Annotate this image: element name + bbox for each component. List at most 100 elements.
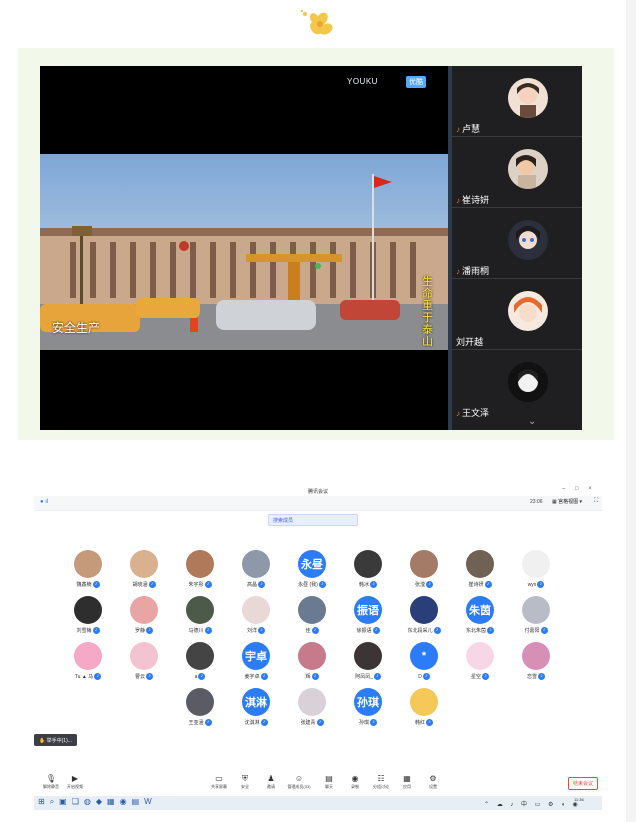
participant-card[interactable]: 崔诗妍 ♪ (450, 550, 510, 596)
mic-status-icon: ♪ (426, 581, 433, 589)
participant-name-text: 曹云 (134, 674, 145, 680)
toolbar-label: 管理成员(33) (287, 784, 311, 789)
avatar (354, 642, 382, 670)
participant-tile[interactable]: 刘开越 (452, 279, 582, 350)
participant-card[interactable]: 永昼 永昼 (我) ♪ (282, 550, 342, 596)
mic-muted-icon: ♪ (456, 409, 460, 418)
participant-name-text: 付嘉阳 (524, 628, 540, 634)
participant-name-text: wyx (527, 581, 537, 588)
participant-name: 佳 ♪ (282, 627, 342, 635)
participant-card[interactable]: 张建青 ♪ (282, 688, 342, 734)
participant-name: 辉 ♪ (282, 673, 342, 681)
participant-card[interactable]: 高晶 ♪ (226, 550, 286, 596)
taskbar-apps[interactable]: ⊞⌕▣❏◍◆▦◉▤W (38, 797, 157, 807)
toolbar-button-members[interactable]: ☺ 管理成员(33) (284, 774, 314, 790)
participant-name-text: 朱宇彤 (188, 582, 204, 588)
tiananmen-scene (40, 154, 448, 350)
participant-card[interactable]: 刘雪梅 ♪ (58, 596, 118, 642)
participant-card[interactable]: 胡晓涵 ♪ (114, 550, 174, 596)
participant-name: 马德川 ♪ (170, 627, 230, 635)
toolbar-label: 邀请 (267, 784, 275, 789)
participant-card[interactable]: 付嘉阳 ♪ (506, 596, 566, 642)
participant-card[interactable]: Tu ▲ 马 ♪ (58, 642, 118, 688)
participant-name: 王亚涵 ♪ (170, 719, 230, 727)
participant-card[interactable]: 佳 ♪ (282, 596, 342, 642)
participant-name-text: 崔诗妍 (468, 582, 484, 588)
mic-muted-icon: ♪ (456, 125, 460, 134)
participant-name-text: a (194, 673, 198, 680)
participant-card[interactable]: wyx ♪ (506, 550, 566, 596)
participant-card[interactable]: 魏鑫楠 ♪ (58, 550, 118, 596)
participant-name-text: 姜宇卓 (244, 674, 260, 680)
avatar (186, 596, 214, 624)
toolbar-button-invite[interactable]: ♟ 邀请 (256, 774, 286, 790)
windows-taskbar: ⊞⌕▣❏◍◆▦◉▤W ⌃ ☁ ♪ 中 ▭ ⚙ ◖ ◉ 11:36 (34, 796, 602, 810)
avatar (410, 688, 438, 716)
participant-name: 韩红 ♪ (394, 719, 454, 727)
participant-name: 刘开越 (456, 337, 484, 347)
participant-card[interactable]: 振语 徐振语 ♪ (338, 596, 398, 642)
participant-card[interactable]: 阿凤凤_ ♪ (338, 642, 398, 688)
participant-card[interactable]: 辉 ♪ (282, 642, 342, 688)
page-scrollbar[interactable] (626, 0, 636, 822)
toolbar-button-camera[interactable]: ▶ 开启视频 (60, 774, 90, 790)
mic-status-icon: ♪ (92, 581, 100, 589)
video-participant-sidebar: ♪ 卢慧 ♪ 崔诗妍 ♪ 潘雨桐 刘开越 ♪ 王文泽 ⌄ (448, 66, 582, 430)
mic-status-icon: ♪ (372, 627, 380, 635)
avatar (522, 596, 550, 624)
caption-left: 安全生产 (52, 321, 101, 335)
participant-name: 东北段采儿 ♪ (394, 627, 454, 635)
participant-card[interactable]: 韩冰 ♪ (338, 550, 398, 596)
mic-status-icon: ♪ (258, 627, 265, 635)
participant-card[interactable]: * D ♪ (394, 642, 454, 688)
participant-name-text: 韩红 (414, 720, 425, 726)
participant-name-text: 东北段采儿 (407, 628, 433, 634)
participant-card[interactable]: 马德川 ♪ (170, 596, 230, 642)
participant-name: wyx ♪ (506, 581, 566, 588)
participant-tile[interactable]: ♪ 王文泽 (452, 350, 582, 420)
mic-status-icon: ♪ (94, 673, 102, 681)
participant-card[interactable]: 恋雪 ♪ (506, 642, 566, 688)
mic-status-icon: ♪ (422, 673, 430, 680)
participant-card[interactable]: 朱茵 东北朱茵 ♪ (450, 596, 510, 642)
system-tray[interactable]: ⌃ ☁ ♪ 中 ▭ ⚙ ◖ ◉ (484, 799, 581, 808)
participant-tile[interactable]: ♪ 崔诗妍 (452, 137, 582, 208)
participant-name-text: 孙琪 (358, 720, 369, 726)
participant-name-text: 张滢 (414, 582, 425, 588)
participant-name: 韩冰 ♪ (338, 581, 398, 589)
camera-icon: ▶ (71, 774, 79, 783)
participant-card[interactable]: 星空 ♪ (450, 642, 510, 688)
participant-card[interactable]: 淇淋 沈淇淋 ♪ (226, 688, 286, 734)
participant-card[interactable]: 韩红 ♪ (394, 688, 454, 734)
mic-status-icon: ♪ (370, 581, 377, 589)
chevron-down-icon[interactable]: ⌄ (528, 416, 536, 427)
participant-card[interactable]: 东北段采儿 ♪ (394, 596, 454, 642)
participant-name: ♪ 潘雨桐 (456, 266, 490, 276)
end-meeting-button[interactable]: 结束会议 (568, 777, 598, 790)
raise-hand-tip[interactable]: ✋ 举手中(1)... (34, 734, 77, 746)
participant-card[interactable]: 王亚涵 ♪ (170, 688, 230, 734)
participant-name-text: 王亚涵 (188, 720, 204, 726)
participant-card[interactable]: a ♪ (170, 642, 230, 688)
participant-name: ♪ 崔诗妍 (456, 195, 490, 205)
participant-card[interactable]: 孙琪 孙琪 ♪ (338, 688, 398, 734)
toolbar-button-settings[interactable]: ⚙ 设置 (418, 774, 448, 790)
avatar: 永昼 (298, 550, 326, 578)
participant-card[interactable]: 曹云 ♪ (114, 642, 174, 688)
participant-name-text: 高晶 (246, 582, 257, 588)
participant-card[interactable]: 罗静 ♪ (114, 596, 174, 642)
participant-card[interactable]: 张滢 ♪ (394, 550, 454, 596)
participant-tile[interactable]: ♪ 卢慧 (452, 66, 582, 137)
participant-card[interactable]: 宇卓 姜宇卓 ♪ (226, 642, 286, 688)
avatar (508, 291, 548, 331)
participant-name-text: 刘雪梅 (76, 628, 92, 634)
shared-video: YOUKU 优酷 安全生产 生命重于泰山 (40, 66, 448, 430)
settings-icon: ⚙ (429, 774, 437, 783)
hand-icon: ✋ (39, 738, 46, 744)
participant-name-text: 永昼 (我) (298, 582, 318, 588)
participant-tile[interactable]: ♪ 潘雨桐 (452, 208, 582, 279)
participant-card[interactable]: 朱宇彤 ♪ (170, 550, 230, 596)
participant-name: 朱宇彤 ♪ (170, 581, 230, 589)
participant-name-text: Tu ▲ 马 (74, 674, 94, 680)
participant-card[interactable]: 刘洋 ♪ (226, 596, 286, 642)
